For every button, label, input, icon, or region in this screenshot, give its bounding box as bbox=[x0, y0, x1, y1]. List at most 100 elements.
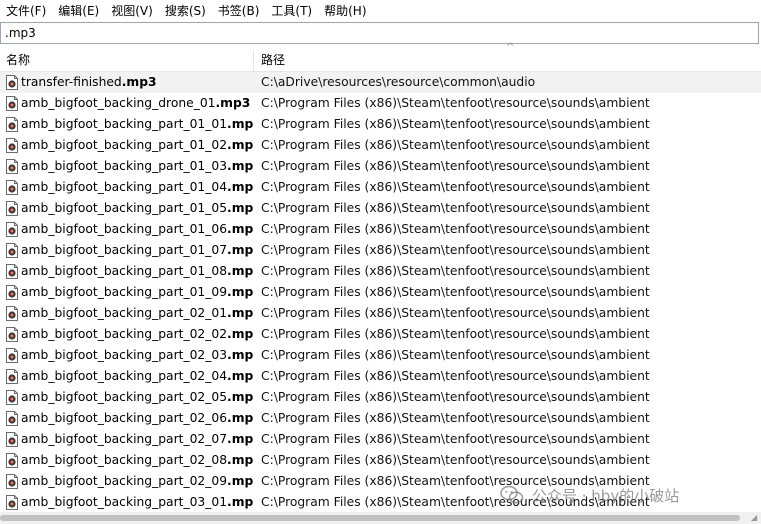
file-extension: .mp3 bbox=[227, 411, 254, 425]
file-name: amb_bigfoot_backing_part_01_02.mp3 bbox=[21, 135, 254, 156]
file-path: C:\Program Files (x86)\Steam\tenfoot\res… bbox=[261, 348, 650, 362]
file-name-cell: amb_bigfoot_backing_part_01_05.mp3 bbox=[0, 198, 254, 219]
file-extension: .mp3 bbox=[227, 348, 254, 362]
file-row[interactable]: amb_bigfoot_backing_part_01_09.mp3 C:\Pro… bbox=[0, 282, 761, 303]
menu-view[interactable]: 视图(V) bbox=[105, 0, 159, 22]
file-name: amb_bigfoot_backing_part_02_05.mp3 bbox=[21, 387, 254, 408]
file-name-cell: amb_bigfoot_backing_part_01_02.mp3 bbox=[0, 135, 254, 156]
audio-file-icon bbox=[6, 138, 18, 153]
file-stem: amb_bigfoot_backing_part_01_09 bbox=[21, 285, 228, 299]
file-row[interactable]: amb_bigfoot_backing_part_01_01.mp3 C:\Pro… bbox=[0, 114, 761, 135]
column-header-path[interactable]: 路径 bbox=[255, 50, 761, 71]
file-name-cell: amb_bigfoot_backing_part_01_07.mp3 bbox=[0, 240, 254, 261]
file-extension: .mp3 bbox=[227, 453, 254, 467]
file-stem: amb_bigfoot_backing_part_02_06 bbox=[21, 411, 228, 425]
file-row[interactable]: amb_bigfoot_backing_part_02_07.mp3 C:\Pro… bbox=[0, 429, 761, 450]
audio-file-icon bbox=[6, 159, 18, 174]
file-path: C:\Program Files (x86)\Steam\tenfoot\res… bbox=[261, 264, 650, 278]
resize-grip-icon[interactable]: ◢ bbox=[751, 514, 759, 522]
file-stem: amb_bigfoot_backing_part_02_09 bbox=[21, 474, 228, 488]
file-name: amb_bigfoot_backing_part_02_02.mp3 bbox=[21, 324, 254, 345]
file-extension: .mp3 bbox=[227, 222, 254, 236]
menu-file[interactable]: 文件(F) bbox=[0, 0, 52, 22]
file-name-cell: amb_bigfoot_backing_drone_01.mp3 bbox=[0, 93, 254, 114]
file-name: amb_bigfoot_backing_part_02_07.mp3 bbox=[21, 429, 254, 450]
file-name-cell: amb_bigfoot_backing_part_02_04.mp3 bbox=[0, 366, 254, 387]
file-row[interactable]: amb_bigfoot_backing_part_01_08.mp3 C:\Pro… bbox=[0, 261, 761, 282]
file-row[interactable]: amb_bigfoot_backing_part_01_05.mp3 C:\Pro… bbox=[0, 198, 761, 219]
file-row[interactable]: amb_bigfoot_backing_part_01_06.mp3 C:\Pro… bbox=[0, 219, 761, 240]
audio-file-icon bbox=[6, 285, 18, 300]
file-stem: amb_bigfoot_backing_part_03_01 bbox=[21, 495, 228, 509]
file-extension: .mp3 bbox=[227, 390, 254, 404]
file-row[interactable]: amb_bigfoot_backing_part_01_07.mp3 C:\Pro… bbox=[0, 240, 761, 261]
file-row[interactable]: amb_bigfoot_backing_part_02_06.mp3 C:\Pro… bbox=[0, 408, 761, 429]
file-extension: .mp3 bbox=[227, 369, 254, 383]
file-stem: transfer-finished bbox=[21, 75, 122, 89]
file-row[interactable]: amb_bigfoot_backing_part_02_04.mp3 C:\Pro… bbox=[0, 366, 761, 387]
file-stem: amb_bigfoot_backing_part_02_05 bbox=[21, 390, 228, 404]
file-extension: .mp3 bbox=[227, 285, 254, 299]
file-stem: amb_bigfoot_backing_drone_01 bbox=[21, 96, 216, 110]
audio-file-icon bbox=[6, 453, 18, 468]
file-row[interactable]: amb_bigfoot_backing_part_01_02.mp3 C:\Pro… bbox=[0, 135, 761, 156]
file-stem: amb_bigfoot_backing_part_01_04 bbox=[21, 180, 228, 194]
file-extension: .mp3 bbox=[227, 306, 254, 320]
file-name: transfer-finished.mp3 bbox=[21, 72, 157, 93]
audio-file-icon bbox=[6, 474, 18, 489]
file-name-cell: amb_bigfoot_backing_part_03_01.mp3 bbox=[0, 492, 254, 512]
wechat-logo-icon bbox=[500, 485, 524, 504]
file-row[interactable]: amb_bigfoot_backing_part_01_03.mp3 C:\Pro… bbox=[0, 156, 761, 177]
file-row[interactable]: amb_bigfoot_backing_drone_01.mp3 C:\Progr… bbox=[0, 93, 761, 114]
file-path: C:\Program Files (x86)\Steam\tenfoot\res… bbox=[261, 327, 650, 341]
file-stem: amb_bigfoot_backing_part_02_03 bbox=[21, 348, 228, 362]
audio-file-icon bbox=[6, 75, 18, 90]
file-name-cell: amb_bigfoot_backing_part_02_01.mp3 bbox=[0, 303, 254, 324]
file-name: amb_bigfoot_backing_part_02_06.mp3 bbox=[21, 408, 254, 429]
menu-search[interactable]: 搜索(S) bbox=[159, 0, 212, 22]
file-row[interactable]: amb_bigfoot_backing_part_02_01.mp3 C:\Pro… bbox=[0, 303, 761, 324]
file-row[interactable]: amb_bigfoot_backing_part_02_02.mp3 C:\Pro… bbox=[0, 324, 761, 345]
horizontal-scrollbar[interactable]: ◢ bbox=[0, 512, 761, 524]
file-path: C:\Program Files (x86)\Steam\tenfoot\res… bbox=[261, 222, 650, 236]
file-path: C:\Program Files (x86)\Steam\tenfoot\res… bbox=[261, 159, 650, 173]
file-name-cell: amb_bigfoot_backing_part_02_05.mp3 bbox=[0, 387, 254, 408]
audio-file-icon bbox=[6, 264, 18, 279]
file-path: C:\Program Files (x86)\Steam\tenfoot\res… bbox=[261, 96, 650, 110]
menu-bookmarks[interactable]: 书签(B) bbox=[212, 0, 266, 22]
column-header-path-label: 路径 bbox=[261, 53, 286, 67]
menu-tools[interactable]: 工具(T) bbox=[265, 0, 318, 22]
file-row[interactable]: amb_bigfoot_backing_part_02_08.mp3 C:\Pro… bbox=[0, 450, 761, 471]
file-extension: .mp3 bbox=[227, 474, 254, 488]
file-row[interactable]: amb_bigfoot_backing_part_02_03.mp3 C:\Pro… bbox=[0, 345, 761, 366]
file-stem: amb_bigfoot_backing_part_02_01 bbox=[21, 306, 228, 320]
audio-file-icon bbox=[6, 117, 18, 132]
file-name: amb_bigfoot_backing_drone_01.mp3 bbox=[21, 93, 250, 114]
file-stem: amb_bigfoot_backing_part_01_02 bbox=[21, 138, 228, 152]
file-name-cell: amb_bigfoot_backing_part_02_09.mp3 bbox=[0, 471, 254, 492]
column-header-name[interactable]: 名称 bbox=[0, 50, 254, 71]
scrollbar-thumb[interactable] bbox=[0, 515, 740, 521]
file-name: amb_bigfoot_backing_part_02_04.mp3 bbox=[21, 366, 254, 387]
search-box bbox=[0, 22, 759, 44]
file-name-cell: amb_bigfoot_backing_part_01_03.mp3 bbox=[0, 156, 254, 177]
file-name-cell: amb_bigfoot_backing_part_01_09.mp3 bbox=[0, 282, 254, 303]
file-row[interactable]: amb_bigfoot_backing_part_02_05.mp3 C:\Pro… bbox=[0, 387, 761, 408]
file-name: amb_bigfoot_backing_part_01_09.mp3 bbox=[21, 282, 254, 303]
file-extension: .mp3 bbox=[227, 432, 254, 446]
audio-file-icon bbox=[6, 201, 18, 216]
file-row[interactable]: transfer-finished.mp3 C:\aDrive\resources… bbox=[0, 72, 761, 93]
search-input[interactable] bbox=[5, 24, 745, 42]
watermark-text: 公众号 · hby的小破站 bbox=[532, 486, 680, 505]
file-name-cell: transfer-finished.mp3 bbox=[0, 72, 254, 93]
file-stem: amb_bigfoot_backing_part_01_06 bbox=[21, 222, 228, 236]
audio-file-icon bbox=[6, 96, 18, 111]
file-name-cell: amb_bigfoot_backing_part_02_08.mp3 bbox=[0, 450, 254, 471]
file-row[interactable]: amb_bigfoot_backing_part_01_04.mp3 C:\Pro… bbox=[0, 177, 761, 198]
file-extension: .mp3 bbox=[215, 96, 251, 110]
menu-bar: 文件(F) 编辑(E) 视图(V) 搜索(S) 书签(B) 工具(T) 帮助(H… bbox=[0, 0, 761, 22]
file-name-cell: amb_bigfoot_backing_part_02_07.mp3 bbox=[0, 429, 254, 450]
menu-help[interactable]: 帮助(H) bbox=[318, 0, 372, 22]
file-path: C:\Program Files (x86)\Steam\tenfoot\res… bbox=[261, 201, 650, 215]
menu-edit[interactable]: 编辑(E) bbox=[52, 0, 105, 22]
